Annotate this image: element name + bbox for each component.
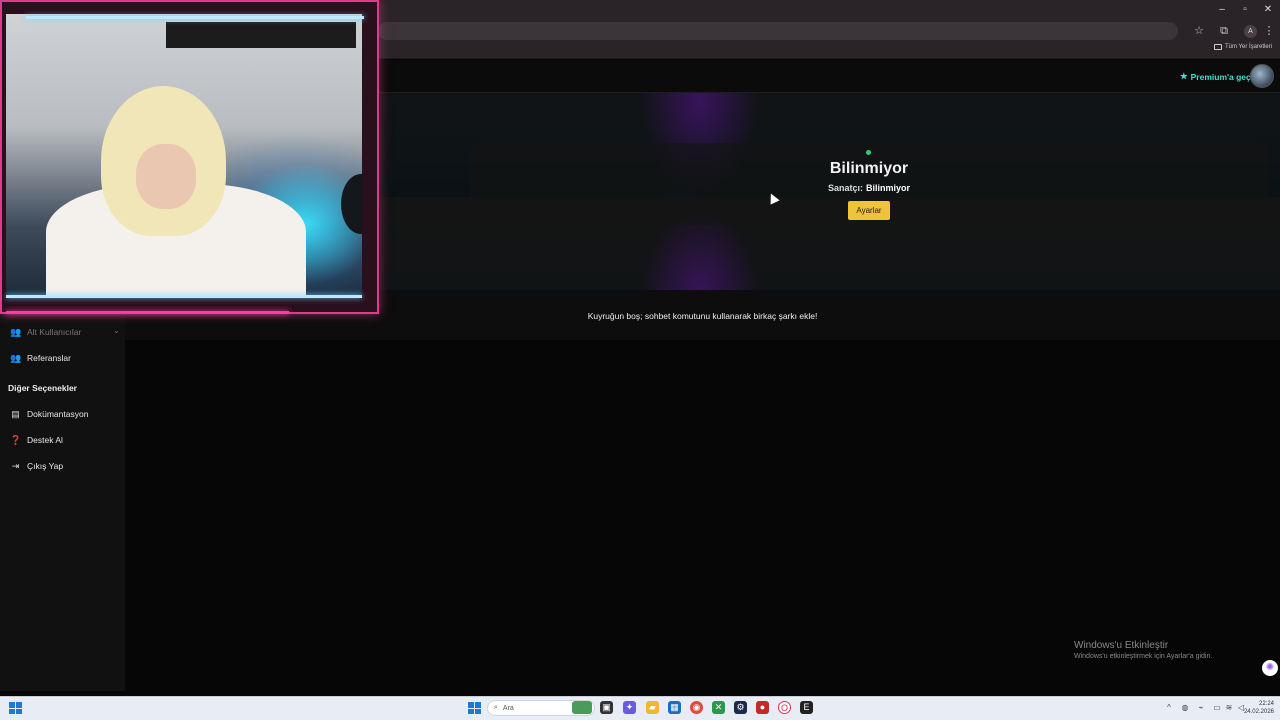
question-icon: ❓	[10, 435, 22, 445]
copilot-icon[interactable]: ✺	[1262, 660, 1278, 676]
sidebar-item-sub-users[interactable]: 👥 Alt Kullanıcılar	[10, 325, 81, 339]
sign-out-icon: ⇥	[11, 461, 20, 471]
chevron-down-icon[interactable]: ⌄	[113, 326, 120, 335]
sidebar-item-label: Referanslar	[27, 353, 71, 363]
artist-label: Sanatçı:	[827, 183, 863, 193]
book-icon: ▤	[11, 409, 20, 419]
webcam-frame-line	[6, 295, 362, 298]
xbox-icon[interactable]: ✕	[712, 701, 725, 714]
windows-activate-title: Windows'u Etkinleştir	[1074, 640, 1169, 651]
webcam-feed	[6, 14, 362, 298]
chrome-icon[interactable]: ◉	[690, 701, 703, 714]
profile-chip[interactable]: A	[1244, 25, 1257, 38]
sidebar	[0, 314, 125, 691]
users-group-icon: 👥	[10, 327, 22, 337]
guitar	[341, 174, 362, 234]
file-explorer-icon[interactable]: ▰	[646, 701, 659, 714]
sidebar-item-logout[interactable]: ⇥ Çıkış Yap	[10, 459, 63, 473]
sidebar-item-label: Dokümantasyon	[27, 409, 89, 419]
close-icon[interactable]: ✕	[1256, 0, 1280, 20]
address-bar[interactable]	[378, 22, 1178, 40]
all-bookmarks-label: Tüm Yer İşaretleri	[1224, 44, 1272, 50]
webcam-progress-bar	[6, 311, 289, 314]
status-dot	[866, 150, 871, 155]
windows-activate-subtitle: Windows'u etkinleştirmek için Ayarlar'a …	[1074, 653, 1213, 660]
task-view-icon[interactable]: ▣	[600, 701, 613, 714]
sidebar-item-label: Destek Al	[27, 435, 63, 445]
sidebar-item-references[interactable]: 👥 Referanslar	[10, 351, 71, 365]
clock-time: 22:24	[1258, 701, 1274, 707]
wall-poster	[166, 22, 356, 48]
sidebar-section-heading: Diğer Seçenekler	[8, 383, 77, 393]
sidebar-item-label: Çıkış Yap	[27, 461, 64, 471]
store-icon[interactable]: ▦	[668, 701, 681, 714]
avatar[interactable]	[1250, 64, 1274, 88]
premium-label: Premium'a geç	[1190, 71, 1251, 82]
epic-games-icon[interactable]: E	[800, 701, 813, 714]
users-icon: 👥	[10, 353, 22, 363]
wifi-icon[interactable]: ≋	[1224, 703, 1234, 713]
artist-line: Sanatçı: Bilinmiyor	[700, 183, 1038, 193]
clock-date: 24.02.2026	[1243, 709, 1274, 715]
artist-value: Bilinmiyor	[866, 183, 911, 193]
search-icon: ⌕	[494, 704, 498, 711]
star-icon[interactable]: ☆	[1192, 24, 1206, 38]
sidebar-item-documentation[interactable]: ▤ Dokümantasyon	[10, 407, 88, 421]
person-face	[136, 144, 196, 209]
windows-start-icon[interactable]	[9, 702, 22, 714]
maximize-icon[interactable]: ▫	[1233, 0, 1257, 20]
steam-icon[interactable]: ⚙	[734, 701, 747, 714]
tray-chevron-icon[interactable]: ^	[1164, 703, 1174, 713]
premium-link[interactable]: ★ Premium'a geç	[1180, 71, 1251, 82]
taskbar	[0, 696, 1280, 720]
settings-button[interactable]: Ayarlar	[848, 201, 890, 220]
folder-icon	[1213, 44, 1222, 50]
sidebar-item-label: Alt Kullanıcılar	[27, 327, 82, 337]
song-title: Bilinmiyor	[829, 160, 909, 177]
widget-icon[interactable]	[572, 701, 592, 714]
copilot-app-icon[interactable]: ✦	[623, 701, 636, 714]
opera-icon[interactable]: O	[778, 701, 791, 714]
minimize-icon[interactable]: –	[1210, 0, 1234, 20]
sidebar-item-support[interactable]: ❓ Destek Al	[10, 433, 63, 447]
app-icon[interactable]: ●	[756, 701, 769, 714]
search-placeholder: Ara	[502, 704, 514, 712]
all-bookmarks-link[interactable]: Tüm Yer İşaretleri	[1213, 44, 1272, 50]
tray-network-icon[interactable]: ⌁	[1196, 703, 1206, 713]
windows-start-button[interactable]	[468, 702, 481, 714]
webcam-frame-line	[26, 16, 364, 19]
menu-dots-icon[interactable]: ⋮	[1262, 24, 1276, 38]
extensions-icon[interactable]: ⧉	[1217, 24, 1231, 38]
star-icon: ★	[1180, 71, 1188, 81]
system-clock[interactable]: 22:24 24.02.2026	[1240, 700, 1274, 716]
tray-app-icon[interactable]: ◍	[1180, 703, 1190, 713]
tray-display-icon[interactable]: ▭	[1212, 703, 1222, 713]
